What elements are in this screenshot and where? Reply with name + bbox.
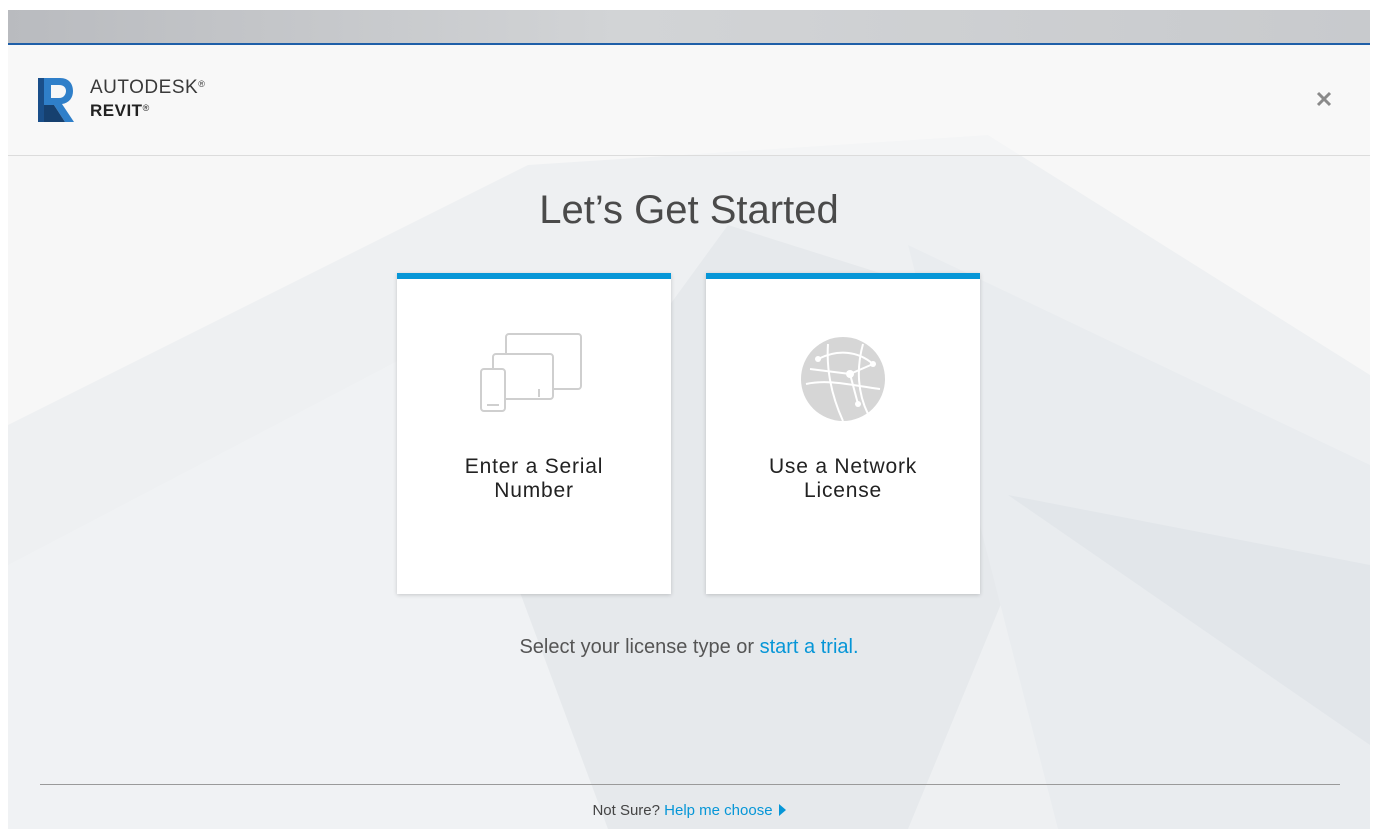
- header: AUTODESK® REVIT®: [8, 45, 1370, 156]
- brand-revit: REVIT®: [90, 101, 150, 120]
- devices-icon: [480, 333, 582, 412]
- enter-serial-number-card[interactable]: Enter a Serial Number: [397, 273, 671, 594]
- background-art: [8, 135, 1370, 829]
- license-instructions: Select your license type or start a tria…: [519, 636, 859, 658]
- use-network-license-card[interactable]: Use a Network License: [706, 273, 980, 594]
- page-title: Let’s Get Started: [539, 188, 839, 232]
- window-titlebar[interactable]: [8, 10, 1370, 45]
- enter-serial-number-label: Enter a Serial Number: [464, 455, 604, 502]
- brand-autodesk: AUTODESK®: [90, 77, 206, 98]
- help-me-choose-link[interactable]: Help me choose: [664, 802, 772, 819]
- license-dialog: AUTODESK® REVIT® Let’s Get Started Enter…: [8, 10, 1370, 829]
- footer: Not Sure? Help me choose: [8, 802, 1370, 819]
- network-globe-icon: [801, 337, 885, 422]
- arrow-right-icon[interactable]: [778, 804, 786, 816]
- footer-divider: [40, 784, 1340, 785]
- close-icon[interactable]: [1314, 89, 1334, 109]
- use-network-license-label: Use a Network License: [768, 455, 918, 502]
- start-trial-link[interactable]: start a trial.: [760, 636, 859, 658]
- revit-logo-icon: [38, 78, 74, 122]
